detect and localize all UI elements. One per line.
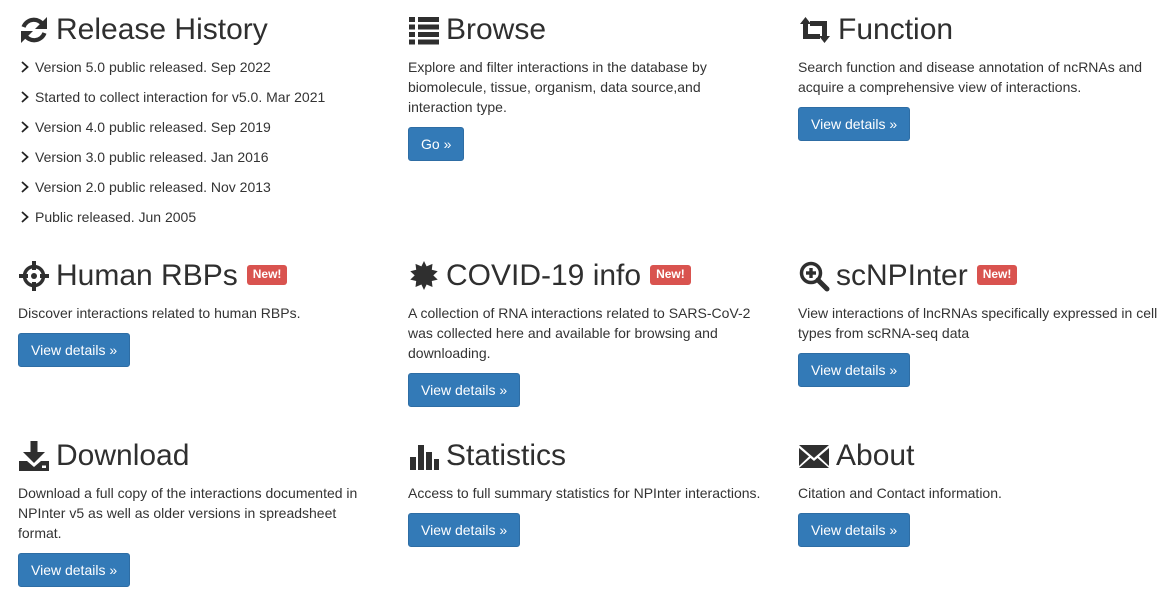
list-item: Version 2.0 public released. Nov 2013 xyxy=(18,177,388,207)
human-rbps-description: Discover interactions related to human R… xyxy=(18,305,301,321)
chevron-right-icon xyxy=(18,57,32,77)
release-history-list: Version 5.0 public released. Sep 2022 St… xyxy=(18,57,388,237)
stats-icon xyxy=(408,440,440,472)
scnpinter-description: View interactions of lncRNAs specificall… xyxy=(798,305,1158,341)
statistics-description: Access to full summary statistics for NP… xyxy=(408,485,761,501)
download-header: Download xyxy=(18,434,388,478)
human-rbps-view-details-button[interactable]: View details » xyxy=(18,333,131,367)
about-header: About xyxy=(798,434,1168,478)
new-badge: New! xyxy=(976,265,1018,285)
statistics-panel: Statistics Access to full summary statis… xyxy=(408,434,778,503)
function-panel: Function Search function and disease ann… xyxy=(798,8,1168,97)
statistics-title: Statistics xyxy=(446,439,567,472)
statistics-header: Statistics xyxy=(408,434,778,478)
download-panel: Download Download a full copy of the int… xyxy=(18,434,388,543)
browse-title: Browse xyxy=(446,13,547,46)
new-badge: New! xyxy=(650,265,691,285)
release-history-header: Release History xyxy=(18,8,388,52)
function-header: Function xyxy=(798,8,1168,52)
about-view-details-button[interactable]: View details » xyxy=(798,513,911,547)
about-title: About xyxy=(836,439,915,472)
browse-panel: Browse Explore and filter interactions i… xyxy=(408,8,778,117)
list-item: Public released. Jun 2005 xyxy=(18,207,388,237)
retweet-icon xyxy=(798,14,832,46)
release-history-panel: Release History Version 5.0 public relea… xyxy=(18,8,388,237)
list-item: Version 3.0 public released. Jan 2016 xyxy=(18,147,388,177)
list-item: Started to collect interaction for v5.0.… xyxy=(18,87,388,117)
release-history-title: Release History xyxy=(56,13,268,46)
refresh-icon xyxy=(18,14,50,46)
browse-header: Browse xyxy=(408,8,778,52)
covid-panel: COVID-19 info New! A collection of RNA i… xyxy=(408,254,778,363)
release-item-text: Version 4.0 public released. Sep 2019 xyxy=(35,119,271,135)
covid-view-details-button[interactable]: View details » xyxy=(408,373,521,407)
human-rbps-panel: Human RBPs New! Discover interactions re… xyxy=(18,254,388,323)
list-icon xyxy=(408,14,440,46)
new-badge: New! xyxy=(246,265,288,285)
list-item: Version 4.0 public released. Sep 2019 xyxy=(18,117,388,147)
statistics-view-details-button[interactable]: View details » xyxy=(408,513,521,547)
download-icon xyxy=(18,440,50,472)
covid-title: COVID-19 info xyxy=(446,259,642,292)
human-rbps-header: Human RBPs New! xyxy=(18,254,388,298)
chevron-right-icon xyxy=(18,147,32,167)
about-description: Citation and Contact information. xyxy=(798,485,1002,501)
download-title: Download xyxy=(56,439,190,472)
scnpinter-panel: scNPInter New! View interactions of lncR… xyxy=(798,254,1168,343)
envelope-icon xyxy=(798,440,830,472)
release-item-text: Version 3.0 public released. Jan 2016 xyxy=(35,149,269,165)
virus-icon xyxy=(408,260,440,292)
about-panel: About Citation and Contact information. xyxy=(798,434,1168,503)
chevron-right-icon xyxy=(18,177,32,197)
scnpinter-view-details-button[interactable]: View details » xyxy=(798,353,911,387)
release-item-text: Version 5.0 public released. Sep 2022 xyxy=(35,59,271,75)
covid-header: COVID-19 info New! xyxy=(408,254,778,298)
crosshair-icon xyxy=(18,260,50,292)
scnpinter-title: scNPInter xyxy=(836,259,968,292)
covid-description: A collection of RNA interactions related… xyxy=(408,305,751,361)
chevron-right-icon xyxy=(18,207,32,227)
human-rbps-title: Human RBPs xyxy=(56,259,238,292)
download-view-details-button[interactable]: View details » xyxy=(18,553,131,587)
browse-description: Explore and filter interactions in the d… xyxy=(408,59,707,115)
zoom-in-icon xyxy=(798,260,830,292)
scnpinter-header: scNPInter New! xyxy=(798,254,1168,298)
function-title: Function xyxy=(838,13,954,46)
function-view-details-button[interactable]: View details » xyxy=(798,107,911,141)
release-item-text: Public released. Jun 2005 xyxy=(35,209,197,225)
release-item-text: Started to collect interaction for v5.0.… xyxy=(35,89,326,105)
list-item: Version 5.0 public released. Sep 2022 xyxy=(18,57,388,87)
download-description: Download a full copy of the interactions… xyxy=(18,485,358,541)
release-item-text: Version 2.0 public released. Nov 2013 xyxy=(35,179,271,195)
function-description: Search function and disease annotation o… xyxy=(798,59,1143,95)
chevron-right-icon xyxy=(18,87,32,107)
chevron-right-icon xyxy=(18,117,32,137)
browse-go-button[interactable]: Go » xyxy=(408,127,465,161)
